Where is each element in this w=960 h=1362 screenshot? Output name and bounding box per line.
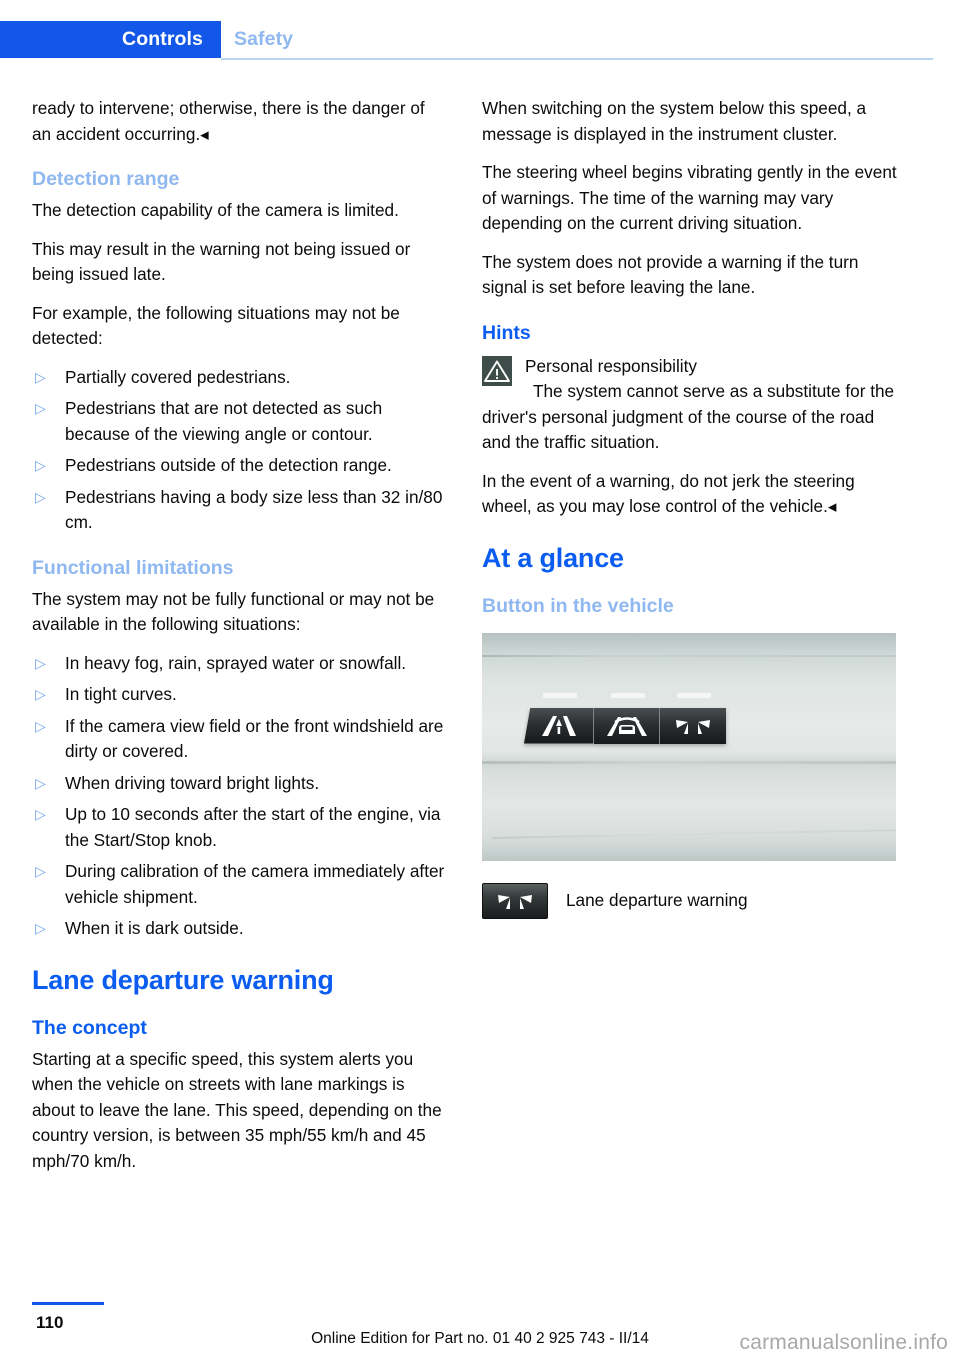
list-item: ▷ During calibration of the camera immed… bbox=[32, 859, 448, 910]
tab-controls[interactable]: Controls bbox=[0, 21, 221, 58]
list-item: ▷ When driving toward bright lights. bbox=[32, 771, 448, 797]
list-item-label: In tight curves. bbox=[65, 684, 177, 704]
button-cluster bbox=[524, 707, 726, 744]
triangle-bullet-icon: ▷ bbox=[35, 488, 46, 505]
active-cruise-control-button[interactable] bbox=[594, 707, 660, 744]
button-led-indicator-3 bbox=[677, 692, 711, 698]
page-header: Controls Safety bbox=[0, 0, 960, 70]
triangle-bullet-icon: ▷ bbox=[35, 686, 46, 702]
list-item: ▷ Pedestrians having a body size less th… bbox=[32, 485, 448, 536]
heading-at-a-glance: At a glance bbox=[482, 542, 624, 573]
continued-paragraph: ready to intervene; otherwise, there is … bbox=[32, 98, 425, 144]
header-divider bbox=[221, 58, 933, 60]
legend-label: Lane departure warning bbox=[566, 889, 748, 910]
list-item-label: Pedestrians having a body size less than… bbox=[65, 486, 443, 533]
photo-trim-line-middle bbox=[482, 760, 896, 764]
tab-safety[interactable]: Safety bbox=[234, 21, 293, 58]
right-column: When switching on the system below this … bbox=[482, 96, 898, 919]
list-item: ▷ Pedestrians that are not detected as s… bbox=[32, 396, 448, 447]
heading-functional-limitations: Functional limitations bbox=[32, 556, 234, 579]
lane-keeping-assist-button[interactable] bbox=[524, 707, 594, 744]
footer-divider bbox=[32, 1302, 104, 1305]
list-item-label: When it is dark outside. bbox=[65, 918, 244, 938]
list-item-label: In heavy fog, rain, sprayed water or sno… bbox=[65, 652, 407, 673]
list-item-label: When driving toward bright lights. bbox=[65, 772, 320, 793]
photo-trim-line-lower bbox=[492, 828, 896, 839]
list-item: ▷ If the camera view field or the front … bbox=[32, 714, 448, 765]
tab-controls-label: Controls bbox=[122, 28, 203, 50]
vehicle-button-photo bbox=[482, 632, 896, 861]
triangle-bullet-icon: ▷ bbox=[35, 863, 46, 879]
list-item: ▷ Up to 10 seconds after the start of th… bbox=[32, 802, 448, 853]
button-led-indicator-2 bbox=[611, 692, 645, 698]
warning-body: The system cannot serve as a substitute … bbox=[482, 379, 898, 456]
warning-body-text: The system cannot serve as a substitute … bbox=[482, 381, 895, 452]
triangle-bullet-icon: ▷ bbox=[35, 806, 46, 822]
left-column: ready to intervene; otherwise, there is … bbox=[32, 96, 448, 1174]
button-led-indicator-1 bbox=[543, 692, 577, 698]
photo-trim-line-top bbox=[482, 654, 896, 657]
heading-the-concept: The concept bbox=[32, 1016, 147, 1039]
triangle-bullet-icon: ▷ bbox=[35, 400, 46, 416]
triangle-bullet-icon: ▷ bbox=[35, 920, 46, 936]
list-item-label: Pedestrians outside of the detection ran… bbox=[65, 455, 392, 475]
right-paragraph-1: When switching on the system below this … bbox=[482, 98, 867, 144]
list-item: ▷ When it is dark outside. bbox=[32, 916, 448, 942]
lane-departure-warning-icon bbox=[482, 882, 548, 919]
detection-range-p1: The detection capability of the camera i… bbox=[32, 200, 399, 220]
heading-button-in-the-vehicle: Button in the vehicle bbox=[482, 594, 674, 617]
manual-page: Controls Safety ready to intervene; othe… bbox=[0, 0, 960, 1362]
hints-after-paragraph: In the event of a warning, do not jerk t… bbox=[482, 470, 855, 517]
triangle-bullet-icon: ▷ bbox=[35, 368, 46, 385]
list-item: ▷ Partially covered pedestrians. bbox=[32, 365, 448, 391]
site-watermark: carmanualsonline.info bbox=[739, 1331, 948, 1354]
triangle-bullet-icon: ▷ bbox=[35, 457, 46, 473]
triangle-bullet-icon: ▷ bbox=[35, 717, 46, 734]
detection-range-p2: This may result in the warning not being… bbox=[32, 238, 411, 285]
right-paragraph-3: The system does not provide a warning if… bbox=[482, 251, 859, 298]
warning-title: Personal responsibility bbox=[525, 355, 697, 376]
list-item: ▷ Pedestrians outside of the detection r… bbox=[32, 453, 448, 479]
right-paragraph-2: The steering wheel begins vibrating gent… bbox=[482, 162, 897, 233]
heading-detection-range: Detection range bbox=[32, 168, 180, 190]
functional-limitations-p1: The system may not be fully functional o… bbox=[32, 588, 435, 635]
functional-limitations-bullets: ▷ In heavy fog, rain, sprayed water or s… bbox=[32, 651, 448, 942]
list-item-label: If the camera view field or the front wi… bbox=[65, 715, 444, 762]
warning-hint-block: Personal responsibility The system canno… bbox=[482, 352, 898, 456]
list-item: ▷ In tight curves. bbox=[32, 682, 448, 708]
detection-range-bullets: ▷ Partially covered pedestrians. ▷ Pedes… bbox=[32, 365, 448, 536]
list-item-label: Up to 10 seconds after the start of the … bbox=[65, 804, 441, 850]
triangle-bullet-icon: ▷ bbox=[35, 654, 46, 671]
triangle-bullet-icon: ▷ bbox=[35, 774, 46, 791]
list-item-label: Partially covered pedestrians. bbox=[65, 366, 291, 387]
list-item-label: Pedestrians that are not detected as suc… bbox=[65, 398, 383, 444]
lane-departure-warning-button[interactable] bbox=[660, 707, 726, 744]
detection-range-p3: For example, the following situations ma… bbox=[32, 302, 400, 349]
warning-triangle-icon bbox=[482, 355, 512, 386]
the-concept-paragraph: Starting at a specific speed, this syste… bbox=[32, 1048, 442, 1171]
legend-row-lane-departure-warning: Lane departure warning bbox=[482, 882, 898, 919]
heading-lane-departure-warning: Lane departure warning bbox=[32, 964, 334, 995]
tab-safety-label: Safety bbox=[234, 28, 294, 50]
list-item: ▷ In heavy fog, rain, sprayed water or s… bbox=[32, 651, 448, 677]
list-item-label: During calibration of the camera immedia… bbox=[65, 861, 445, 907]
heading-hints: Hints bbox=[482, 321, 531, 344]
